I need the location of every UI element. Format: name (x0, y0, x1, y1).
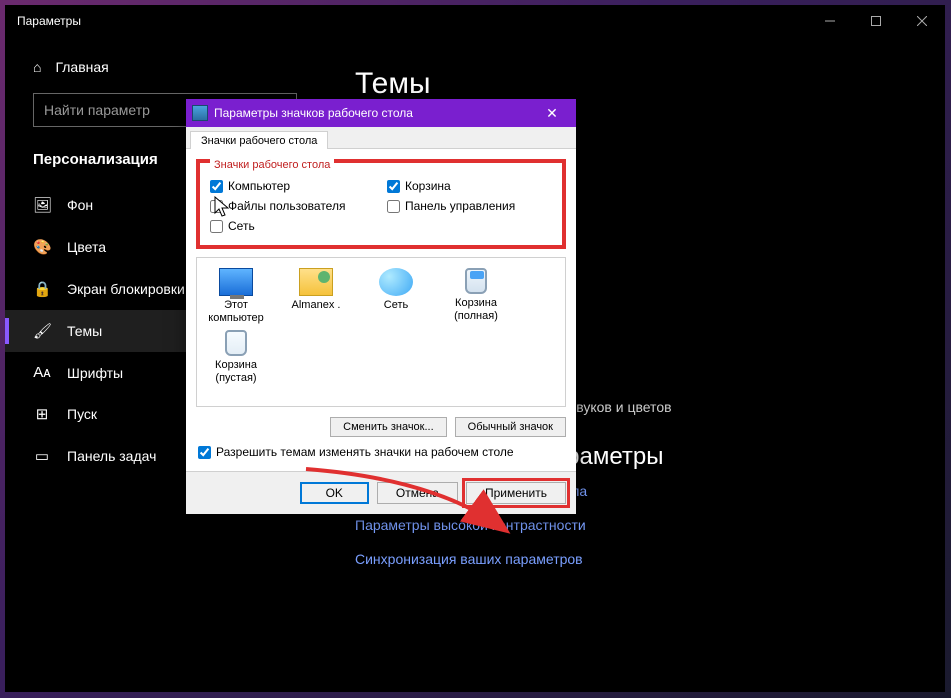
search-placeholder: Найти параметр (44, 102, 150, 118)
dialog-icon (192, 105, 208, 121)
nav-icon: 🖌 (33, 322, 51, 340)
nav-label: Панель задач (67, 448, 156, 464)
check-user-files[interactable]: Файлы пользователя (210, 199, 375, 213)
icons-groupbox: Значки рабочего стола Компьютер Корзина … (196, 159, 566, 249)
dialog-body: Значки рабочего стола Значки рабочего ст… (186, 127, 576, 471)
nav-label: Темы (67, 323, 102, 339)
nav-icon: 🖼 (33, 196, 51, 214)
icon-label: Сеть (365, 299, 427, 312)
link-sync-settings[interactable]: Синхронизация ваших параметров (355, 551, 925, 567)
check-network-box[interactable] (210, 220, 223, 233)
dialog-title: Параметры значков рабочего стола (214, 106, 532, 120)
net-icon (379, 268, 413, 296)
desktop-icons-dialog: Параметры значков рабочего стола ✕ Значк… (186, 99, 576, 514)
desktop-icon-folder[interactable]: Almanex . (285, 268, 347, 324)
check-recycle-bin-box[interactable] (387, 180, 400, 193)
check-control-panel-box[interactable] (387, 200, 400, 213)
change-icon-button[interactable]: Сменить значок... (330, 417, 447, 437)
folder-icon (299, 268, 333, 296)
desktop-icon-bin-empty[interactable]: Корзина(пустая) (205, 330, 267, 384)
nav-icon: 🔒 (33, 280, 51, 298)
nav-label: Пуск (67, 406, 97, 422)
check-control-panel-label: Панель управления (405, 199, 515, 213)
check-recycle-bin-label: Корзина (405, 179, 451, 193)
nav-icon: ⊞ (33, 405, 51, 423)
home-icon: ⌂ (33, 59, 41, 75)
desktop-icon-net[interactable]: Сеть (365, 268, 427, 324)
icon-label: Корзина(пустая) (205, 359, 267, 384)
tab-desktop-icons[interactable]: Значки рабочего стола (190, 131, 328, 149)
dialog-titlebar[interactable]: Параметры значков рабочего стола ✕ (186, 99, 576, 127)
icon-label: Этоткомпьютер (205, 299, 267, 324)
close-button[interactable] (899, 5, 945, 37)
nav-label: Цвета (67, 239, 106, 255)
default-icon-button[interactable]: Обычный значок (455, 417, 566, 437)
icon-label: Корзина(полная) (445, 297, 507, 322)
window-controls (807, 5, 945, 37)
check-control-panel[interactable]: Панель управления (387, 199, 552, 213)
check-network[interactable]: Сеть (210, 219, 375, 233)
window-title: Параметры (17, 14, 81, 28)
nav-label: Шрифты (67, 365, 123, 381)
icon-label: Almanex . (285, 299, 347, 312)
icon-preview-grid[interactable]: Этоткомпьютер Almanex . Сеть Корзина(полная… (196, 257, 566, 407)
bin-empty-icon (225, 330, 247, 356)
link-high-contrast[interactable]: Параметры высокой контрастности (355, 517, 925, 533)
nav-icon: ▭ (33, 447, 51, 465)
home-label: Главная (55, 59, 108, 75)
check-recycle-bin[interactable]: Корзина (387, 179, 552, 193)
dialog-tabstrip: Значки рабочего стола (186, 127, 576, 149)
minimize-button[interactable] (807, 5, 853, 37)
check-computer[interactable]: Компьютер (210, 179, 375, 193)
home-link[interactable]: ⌂ Главная (5, 51, 325, 89)
cancel-button[interactable]: Отмена (377, 482, 458, 504)
nav-icon: 🎨 (33, 238, 51, 256)
desktop-icon-bin-full[interactable]: Корзина(полная) (445, 268, 507, 324)
apply-button[interactable]: Применить (466, 482, 566, 504)
groupbox-legend: Значки рабочего стола (210, 159, 334, 171)
check-user-files-box[interactable] (210, 200, 223, 213)
allow-themes-label: Разрешить темам изменять значки на рабоч… (216, 445, 514, 459)
ok-button[interactable]: OK (300, 482, 369, 504)
bin-full-icon (465, 268, 487, 294)
allow-themes-row[interactable]: Разрешить темам изменять значки на рабоч… (186, 439, 576, 471)
dialog-close-button[interactable]: ✕ (532, 99, 572, 127)
dialog-footer: OK Отмена Применить (186, 471, 576, 514)
check-computer-label: Компьютер (228, 179, 290, 193)
nav-label: Фон (67, 197, 93, 213)
maximize-button[interactable] (853, 5, 899, 37)
check-user-files-label: Файлы пользователя (228, 199, 345, 213)
desktop-icon-pc[interactable]: Этоткомпьютер (205, 268, 267, 324)
allow-themes-checkbox[interactable] (198, 446, 211, 459)
page-title: Темы (355, 67, 925, 101)
pc-icon (219, 268, 253, 296)
window-titlebar: Параметры (5, 5, 945, 37)
check-computer-box[interactable] (210, 180, 223, 193)
icon-button-row: Сменить значок... Обычный значок (186, 411, 576, 439)
check-network-label: Сеть (228, 219, 255, 233)
nav-icon: Aᴀ (33, 364, 51, 381)
nav-label: Экран блокировки (67, 281, 185, 297)
